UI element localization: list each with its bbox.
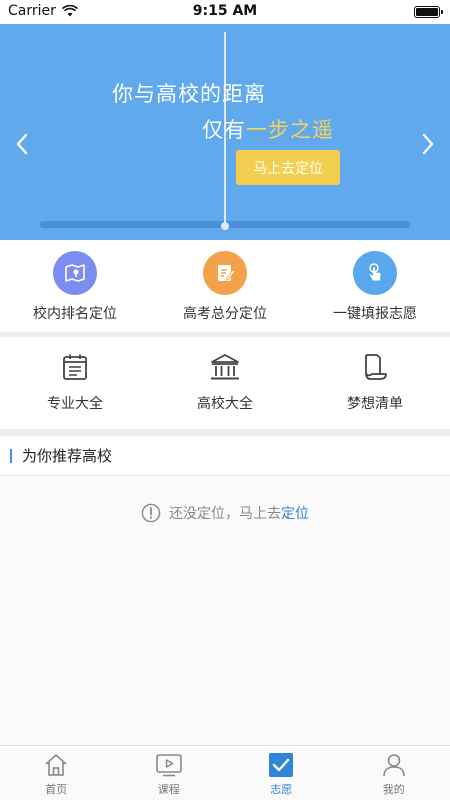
tap-finger-icon <box>353 251 397 295</box>
section-title: 为你推荐高校 <box>22 447 113 465</box>
banner-subheadline-highlight: 一步之遥 <box>246 118 334 142</box>
hero-banner[interactable]: 你与高校的距离 仅有一步之遥 马上去定位 <box>0 24 450 240</box>
check-square-icon <box>267 751 295 779</box>
status-time: 9:15 AM <box>192 3 258 19</box>
feature-label: 梦想清单 <box>347 396 403 412</box>
institution-icon <box>207 349 243 385</box>
user-icon <box>380 751 408 779</box>
feature-label: 校内排名定位 <box>33 306 117 322</box>
document-icon <box>357 349 393 385</box>
tab-home[interactable]: 首页 <box>0 746 113 800</box>
tab-label: 首页 <box>45 783 68 796</box>
bottom-tab-bar: 首页 课程 志愿 我的 <box>0 745 450 800</box>
banner-headline: 你与高校的距离 <box>112 82 266 106</box>
banner-distance-dot <box>221 222 229 230</box>
feature-one-click-apply[interactable]: 一键填报志愿 <box>300 240 450 332</box>
section-accent-bar <box>10 448 12 463</box>
banner-subheadline: 仅有一步之遥 <box>202 114 334 144</box>
tab-label: 志愿 <box>270 783 293 796</box>
tab-label: 我的 <box>382 783 405 796</box>
tab-volunteer[interactable]: 志愿 <box>225 746 338 800</box>
recommend-section-header: 为你推荐高校 <box>0 436 450 476</box>
feature-label: 高校大全 <box>197 396 253 412</box>
video-icon <box>155 751 183 779</box>
feature-school-rank-locate[interactable]: 校内排名定位 <box>0 240 150 332</box>
tab-label: 课程 <box>157 783 180 796</box>
locate-now-button[interactable]: 马上去定位 <box>236 150 340 185</box>
banner-subheadline-prefix: 仅有 <box>202 118 246 142</box>
map-pin-icon <box>53 251 97 295</box>
empty-state: 还没定位，马上去定位 <box>0 503 450 523</box>
home-icon <box>42 751 70 779</box>
empty-state-text: 还没定位，马上去 <box>169 506 281 522</box>
feature-major-catalog[interactable]: 专业大全 <box>0 337 150 429</box>
chevron-right-icon[interactable] <box>416 129 440 159</box>
feature-label: 一键填报志愿 <box>333 306 417 322</box>
feature-college-catalog[interactable]: 高校大全 <box>150 337 300 429</box>
tab-profile[interactable]: 我的 <box>338 746 450 800</box>
locate-link[interactable]: 定位 <box>281 506 309 522</box>
info-alert-icon <box>141 503 161 523</box>
feature-label: 高考总分定位 <box>183 306 267 322</box>
edit-note-icon <box>203 251 247 295</box>
feature-dream-list[interactable]: 梦想清单 <box>300 337 450 429</box>
feature-grid-primary: 校内排名定位 高考总分定位 一键填报志愿 <box>0 240 450 332</box>
section-divider <box>0 429 450 436</box>
chevron-left-icon[interactable] <box>10 129 34 159</box>
battery-icon <box>414 6 443 18</box>
feature-grid-secondary: 专业大全 高校大全 梦想清单 <box>0 337 450 429</box>
status-bar: Carrier 9:15 AM <box>0 0 450 24</box>
calendar-icon <box>57 349 93 385</box>
tab-courses[interactable]: 课程 <box>113 746 226 800</box>
feature-exam-score-locate[interactable]: 高考总分定位 <box>150 240 300 332</box>
feature-label: 专业大全 <box>47 396 103 412</box>
